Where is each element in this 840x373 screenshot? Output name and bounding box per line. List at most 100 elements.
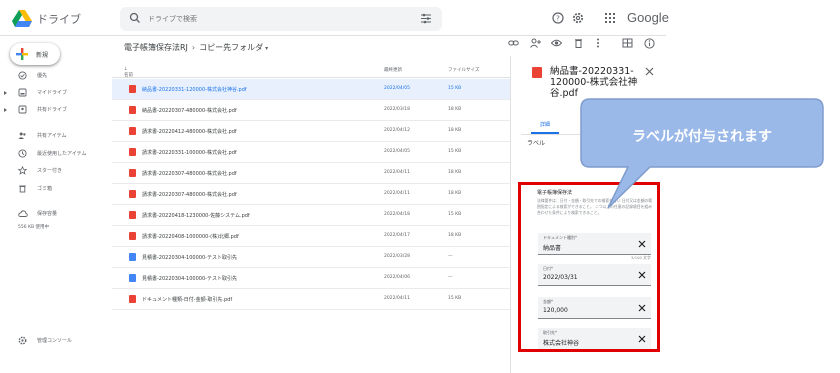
new-button[interactable]: 新規 xyxy=(10,43,60,65)
file-size: 18 KB xyxy=(448,170,462,175)
sidebar: 新規 優先 マイドライブ 共有ドライブ 共有アイテム 最近使用したアイテム スタ… xyxy=(0,36,112,373)
table-row[interactable]: 請求書-20220408-1000000-(株)北郷.pdf 2022/04/1… xyxy=(112,226,510,247)
add-person-icon[interactable] xyxy=(530,38,541,48)
file-name: 請求書-20220412-480000-株式会社.pdf xyxy=(142,129,237,135)
help-icon[interactable]: ? xyxy=(552,12,564,24)
field-value: 納品書 xyxy=(543,245,562,252)
sidebar-item-starred[interactable]: スター付き xyxy=(0,163,112,179)
column-modified-header[interactable]: 最終更新 xyxy=(384,67,402,73)
table-row[interactable]: 請求書-20220307-480000-株式会社.pdf 2022/04/11 … xyxy=(112,184,510,205)
clear-icon[interactable] xyxy=(638,240,646,248)
sidebar-item-label: 共有ドライブ xyxy=(37,107,68,113)
file-modified: 2022/04/05 xyxy=(384,149,410,154)
table-row[interactable]: 請求書-20220331-100000-株式会社.pdf 2022/04/05 … xyxy=(112,142,510,163)
file-modified: 2022/04/12 xyxy=(384,128,410,133)
file-name: 請求書-20220307-480000-株式会社.pdf xyxy=(142,192,237,198)
file-modified: 2022/04/11 xyxy=(384,170,410,175)
table-row[interactable]: 請求書-20220418-1230000-佐藤システム.pdf 2022/04/… xyxy=(112,205,510,226)
breadcrumb-root[interactable]: 電子帳簿保存法RJ xyxy=(124,43,188,52)
vendor-field[interactable]: 取引先* 株式会社神谷 xyxy=(538,328,651,349)
clock-icon xyxy=(18,149,27,158)
more-options-icon[interactable] xyxy=(595,38,601,48)
table-row[interactable]: ドキュメント種類-日付-金額-取引先.pdf 2022/04/11 15 KB xyxy=(112,289,510,310)
pdf-file-icon xyxy=(129,232,136,240)
pdf-file-icon xyxy=(129,127,136,135)
field-label: 取引先* xyxy=(543,330,557,335)
table-row[interactable]: 見積書-20220304-100000-テスト取引先 2022/04/06 — xyxy=(112,268,510,289)
field-label: ドキュメント種別* xyxy=(543,235,577,240)
file-name: ドキュメント種類-日付-金額-取引先.pdf xyxy=(142,297,233,303)
sidebar-item-priority[interactable]: 優先 xyxy=(0,68,112,84)
top-bar: ドライブ ? Google xyxy=(0,0,669,36)
clear-icon[interactable] xyxy=(638,271,646,279)
drive-logo-icon[interactable] xyxy=(12,10,32,27)
sidebar-item-shared-drive[interactable]: 共有ドライブ xyxy=(0,102,112,118)
file-modified: 2022/04/11 xyxy=(384,296,410,301)
storage-used-text: 556 KB 使用中 xyxy=(18,225,49,230)
file-list-area: 電子帳簿保存法RJ › コピー先フォルダ ▾ 名前 ↓ 最終更新 ファイルサイズ 納品… xyxy=(112,36,510,373)
grid-view-icon[interactable] xyxy=(622,38,633,48)
close-icon[interactable] xyxy=(645,67,654,76)
search-bar[interactable] xyxy=(120,7,442,31)
table-row[interactable]: 納品書-20220307-480000-株式会社.pdf 2022/03/18 … xyxy=(112,100,510,121)
info-icon[interactable] xyxy=(644,38,655,49)
chevron-down-icon[interactable]: ▾ xyxy=(265,45,268,52)
file-size: — xyxy=(448,275,453,280)
file-size: 18 KB xyxy=(448,107,462,112)
preview-eye-icon[interactable] xyxy=(551,38,562,48)
check-circle-icon xyxy=(18,71,27,80)
file-size: 18 KB xyxy=(448,128,462,133)
table-row[interactable]: 請求書-20220307-480000-株式会社.pdf 2022/04/11 … xyxy=(112,163,510,184)
sidebar-item-label: ゴミ箱 xyxy=(37,186,53,192)
expand-caret-icon[interactable] xyxy=(4,91,7,95)
tab-details[interactable]: 詳細 xyxy=(540,121,550,128)
admin-console-link[interactable]: 管理コンソール xyxy=(0,333,112,349)
sidebar-item-my-drive[interactable]: マイドライブ xyxy=(0,85,112,101)
table-row[interactable]: 納品書-20220331-120000-株式会社神谷.pdf 2022/04/0… xyxy=(112,79,510,100)
google-brand[interactable]: Google xyxy=(627,10,669,25)
field-value: 120,000 xyxy=(543,307,568,314)
sidebar-item-label: マイドライブ xyxy=(37,90,68,96)
expand-caret-icon[interactable] xyxy=(4,108,7,112)
sidebar-item-trash[interactable]: ゴミ箱 xyxy=(0,181,112,197)
star-icon xyxy=(18,166,27,175)
file-size: 15 KB xyxy=(448,296,462,301)
file-modified: 2022/04/17 xyxy=(384,233,410,238)
table-row[interactable]: 請求書-20220412-480000-株式会社.pdf 2022/04/12 … xyxy=(112,121,510,142)
file-modified: 2022/04/06 xyxy=(384,275,410,280)
trash-icon xyxy=(19,185,26,193)
clear-icon[interactable] xyxy=(638,335,646,343)
amount-field[interactable]: 金額* 120,000 xyxy=(538,297,651,319)
pdf-file-icon xyxy=(532,67,542,78)
file-modified: 2022/03/18 xyxy=(384,107,410,112)
sidebar-item-shared-with-me[interactable]: 共有アイテム xyxy=(0,128,112,144)
search-options-icon[interactable] xyxy=(420,13,432,24)
document-type-field[interactable]: ドキュメント種別* 納品書 xyxy=(538,233,651,255)
column-name-header[interactable]: 名前 ↓ xyxy=(124,67,133,78)
callout-text: ラベルが付与されます xyxy=(632,129,772,145)
pdf-file-icon xyxy=(129,295,136,303)
field-label: 日付* xyxy=(543,266,553,271)
search-icon[interactable] xyxy=(129,12,141,24)
search-input[interactable] xyxy=(148,7,398,31)
apps-grid-icon[interactable] xyxy=(604,12,616,24)
admin-console-label: 管理コンソール xyxy=(37,338,73,344)
link-icon[interactable] xyxy=(508,38,519,48)
field-value: 株式会社神谷 xyxy=(543,340,580,347)
char-counter: 3/100 文字 xyxy=(631,255,651,260)
sidebar-item-recent[interactable]: 最近使用したアイテム xyxy=(0,146,112,162)
file-size: 15 KB xyxy=(448,149,462,154)
column-size-header[interactable]: ファイルサイズ xyxy=(448,67,479,73)
clear-icon[interactable] xyxy=(638,304,646,312)
svg-text:?: ? xyxy=(556,15,560,23)
table-row[interactable]: 見積書-20220304-100000-テスト取引先 2022/03/28 — xyxy=(112,247,510,268)
breadcrumb-current[interactable]: コピー先フォルダ xyxy=(199,43,263,52)
delete-icon[interactable] xyxy=(573,38,584,48)
settings-gear-icon[interactable] xyxy=(572,12,584,24)
date-field[interactable]: 日付* 2022/03/31 xyxy=(538,264,651,286)
file-size: — xyxy=(448,254,453,259)
pdf-file-icon xyxy=(129,211,136,219)
file-name: 請求書-20220331-100000-株式会社.pdf xyxy=(142,150,237,156)
file-name: 見積書-20220304-100000-テスト取引先 xyxy=(142,276,237,282)
sidebar-item-storage[interactable]: 保存容量 xyxy=(0,206,112,222)
